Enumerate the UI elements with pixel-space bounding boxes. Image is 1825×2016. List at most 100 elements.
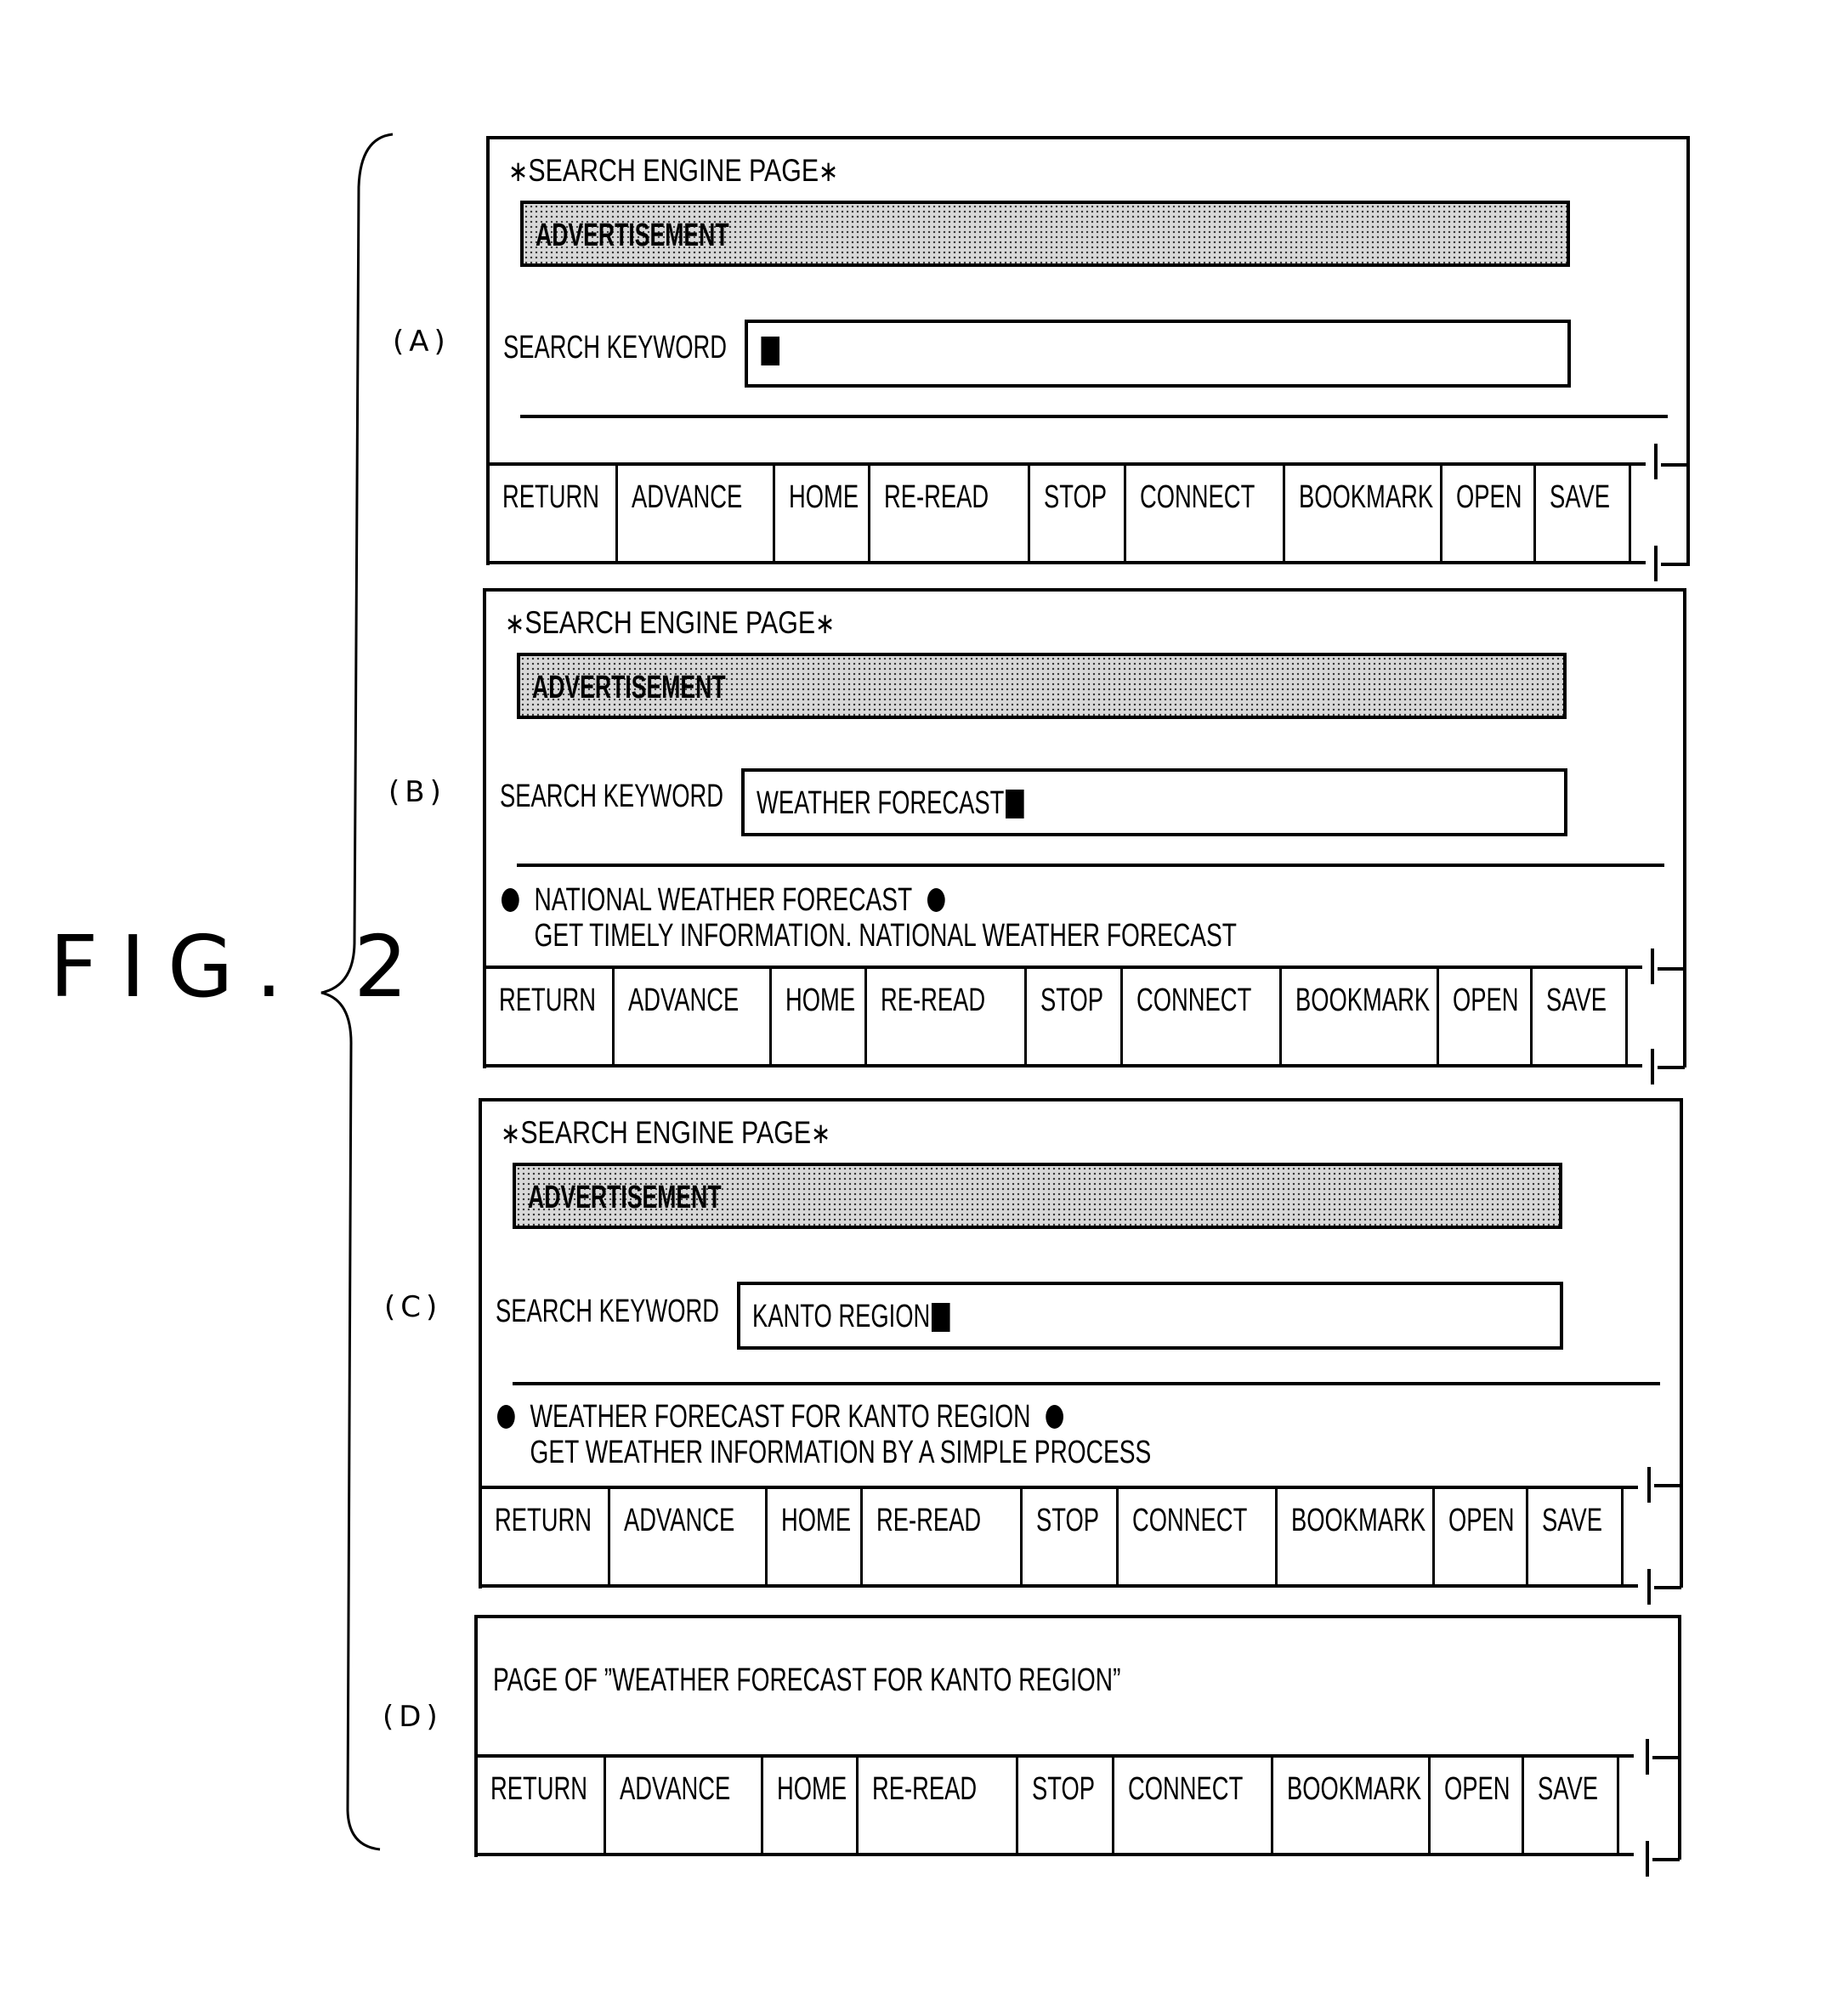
- open-button[interactable]: OPEN: [1428, 1758, 1522, 1853]
- scrollbar-tick: [1654, 1484, 1681, 1487]
- advertisement-banner[interactable]: ADVERTISEMENT: [520, 201, 1570, 267]
- scrollbar-marker[interactable]: [1654, 546, 1658, 581]
- return-button[interactable]: RETURN: [483, 969, 612, 1064]
- page-title: ∗SEARCH ENGINE PAGE∗: [501, 1115, 831, 1151]
- re-read-button[interactable]: RE-READ: [868, 466, 1028, 561]
- asterisk-icon: ∗: [811, 1117, 831, 1151]
- re-read-button[interactable]: RE-READ: [860, 1489, 1020, 1584]
- scrollbar-marker[interactable]: [1651, 1049, 1654, 1084]
- scrollbar-tick: [1661, 463, 1688, 467]
- home-button[interactable]: HOME: [761, 1758, 856, 1853]
- advance-button[interactable]: ADVANCE: [604, 1758, 761, 1853]
- search-keyword-input[interactable]: KANTO REGION: [737, 1282, 1563, 1350]
- return-button[interactable]: RETURN: [486, 466, 615, 561]
- scrollbar-marker[interactable]: [1646, 1739, 1649, 1775]
- screen-panel-c: ∗SEARCH ENGINE PAGE∗ ADVERTISEMENT SEARC…: [479, 1098, 1682, 1588]
- panel-label-b: (B): [388, 775, 446, 809]
- scrollbar-tick: [1652, 1858, 1680, 1861]
- advertisement-banner[interactable]: ADVERTISEMENT: [513, 1163, 1562, 1229]
- scrollbar-tick: [1658, 1066, 1685, 1069]
- re-read-button[interactable]: RE-READ: [864, 969, 1024, 1064]
- scrollbar-marker[interactable]: [1647, 1569, 1651, 1605]
- asterisk-icon: ∗: [505, 607, 525, 641]
- save-button[interactable]: SAVE: [1522, 1758, 1617, 1853]
- stop-button[interactable]: STOP: [1016, 1758, 1112, 1853]
- save-button[interactable]: SAVE: [1533, 466, 1629, 561]
- asterisk-icon: ∗: [501, 1117, 521, 1151]
- open-button[interactable]: OPEN: [1432, 1489, 1526, 1584]
- toolbar-end: [1629, 466, 1646, 561]
- screen-panel-b: ∗SEARCH ENGINE PAGE∗ ADVERTISEMENT SEARC…: [483, 588, 1686, 1068]
- asterisk-icon: ∗: [815, 607, 836, 641]
- frame-right-edge: [1680, 1098, 1683, 1588]
- result-title[interactable]: NATIONAL WEATHER FORECAST: [534, 882, 912, 919]
- scrollbar-tick: [1661, 563, 1688, 566]
- browser-toolbar: RETURN ADVANCE HOME RE-READ STOP CONNECT…: [479, 1486, 1638, 1588]
- result-description: GET WEATHER INFORMATION BY A SIMPLE PROC…: [530, 1435, 1152, 1470]
- panel-label-a: (A): [393, 325, 451, 359]
- home-button[interactable]: HOME: [773, 466, 868, 561]
- advertisement-banner[interactable]: ADVERTISEMENT: [517, 653, 1567, 719]
- return-button[interactable]: RETURN: [479, 1489, 608, 1584]
- scrollbar-marker[interactable]: [1646, 1841, 1649, 1877]
- bookmark-button[interactable]: BOOKMARK: [1279, 969, 1437, 1064]
- browser-toolbar: RETURN ADVANCE HOME RE-READ STOP CONNECT…: [474, 1754, 1634, 1856]
- connect-button[interactable]: CONNECT: [1112, 1758, 1271, 1853]
- bullet-icon: [1046, 1405, 1063, 1429]
- toolbar-end: [1621, 1489, 1638, 1584]
- home-button[interactable]: HOME: [765, 1489, 860, 1584]
- asterisk-icon: ∗: [508, 155, 529, 189]
- scrollbar-marker[interactable]: [1647, 1467, 1651, 1503]
- search-result-item[interactable]: NATIONAL WEATHER FORECAST GET TIMELY INF…: [502, 882, 1495, 954]
- frame-right-edge: [1683, 588, 1686, 1067]
- bookmark-button[interactable]: BOOKMARK: [1271, 1758, 1428, 1853]
- connect-button[interactable]: CONNECT: [1120, 969, 1279, 1064]
- bullet-icon: [497, 1405, 515, 1429]
- bookmark-button[interactable]: BOOKMARK: [1283, 466, 1440, 561]
- scrollbar-marker[interactable]: [1654, 444, 1658, 479]
- page-title: ∗SEARCH ENGINE PAGE∗: [505, 605, 836, 641]
- frame-right-edge: [1678, 1617, 1681, 1860]
- divider: [517, 864, 1664, 867]
- advance-button[interactable]: ADVANCE: [615, 466, 773, 561]
- search-keyword-label: SEARCH KEYWORD: [496, 1294, 720, 1329]
- page-content-text: PAGE OF ”WEATHER FORECAST FOR KANTO REGI…: [493, 1662, 1121, 1698]
- bullet-icon: [502, 888, 519, 912]
- connect-button[interactable]: CONNECT: [1116, 1489, 1275, 1584]
- search-keyword-input[interactable]: WEATHER FORECAST: [741, 768, 1567, 836]
- advance-button[interactable]: ADVANCE: [612, 969, 769, 1064]
- screen-panel-d: PAGE OF ”WEATHER FORECAST FOR KANTO REGI…: [474, 1615, 1681, 1857]
- save-button[interactable]: SAVE: [1530, 969, 1625, 1064]
- screen-panel-a: ∗SEARCH ENGINE PAGE∗ ADVERTISEMENT SEARC…: [486, 136, 1690, 565]
- stop-button[interactable]: STOP: [1024, 969, 1120, 1064]
- scrollbar-tick: [1658, 967, 1685, 971]
- home-button[interactable]: HOME: [769, 969, 864, 1064]
- page-title: ∗SEARCH ENGINE PAGE∗: [508, 153, 839, 189]
- save-button[interactable]: SAVE: [1526, 1489, 1621, 1584]
- asterisk-icon: ∗: [819, 155, 839, 189]
- search-keyword-label: SEARCH KEYWORD: [503, 330, 728, 365]
- stop-button[interactable]: STOP: [1028, 466, 1124, 561]
- search-result-item[interactable]: WEATHER FORECAST FOR KANTO REGION GET WE…: [497, 1399, 1380, 1470]
- browser-toolbar: RETURN ADVANCE HOME RE-READ STOP CONNECT…: [483, 966, 1642, 1067]
- bullet-icon: [927, 888, 945, 912]
- return-button[interactable]: RETURN: [474, 1758, 604, 1853]
- open-button[interactable]: OPEN: [1440, 466, 1533, 561]
- scrollbar-tick: [1652, 1756, 1680, 1759]
- re-read-button[interactable]: RE-READ: [856, 1758, 1016, 1853]
- stop-button[interactable]: STOP: [1020, 1489, 1116, 1584]
- result-title[interactable]: WEATHER FORECAST FOR KANTO REGION: [530, 1399, 1030, 1436]
- bookmark-button[interactable]: BOOKMARK: [1275, 1489, 1432, 1584]
- toolbar-end: [1625, 969, 1642, 1064]
- browser-toolbar: RETURN ADVANCE HOME RE-READ STOP CONNECT…: [486, 462, 1646, 564]
- scrollbar-marker[interactable]: [1651, 949, 1654, 984]
- text-cursor: [1005, 789, 1024, 818]
- search-keyword-label: SEARCH KEYWORD: [500, 779, 724, 814]
- advance-button[interactable]: ADVANCE: [608, 1489, 765, 1584]
- connect-button[interactable]: CONNECT: [1124, 466, 1283, 561]
- open-button[interactable]: OPEN: [1437, 969, 1530, 1064]
- text-cursor: [931, 1302, 950, 1332]
- text-cursor: [761, 337, 780, 365]
- search-keyword-input[interactable]: [745, 320, 1571, 388]
- panel-label-c: (C): [384, 1290, 443, 1324]
